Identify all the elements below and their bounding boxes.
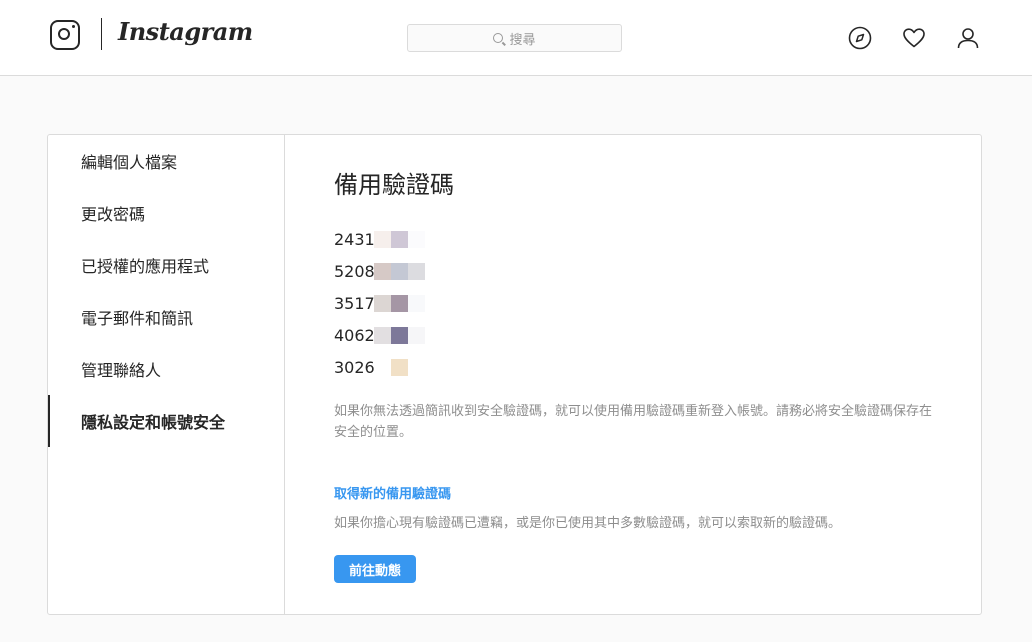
page-title: 備用驗證碼 (334, 171, 454, 199)
backup-code: 2431 (334, 229, 375, 249)
backup-code-row: 3026 (334, 356, 425, 378)
backup-code: 4062 (334, 325, 375, 345)
backup-code: 5208 (334, 261, 375, 281)
settings-sidebar: 編輯個人檔案 更改密碼 已授權的應用程式 電子郵件和簡訊 管理聯絡人 隱私設定和… (48, 135, 285, 614)
profile-icon[interactable] (956, 26, 980, 50)
sidebar-item-manage-contacts[interactable]: 管理聯絡人 (48, 343, 284, 395)
backup-code-row: 4062 (334, 324, 425, 346)
sidebar-item-edit-profile[interactable]: 編輯個人檔案 (48, 135, 284, 187)
redacted-code-digits (374, 326, 425, 344)
sidebar-item-privacy-security[interactable]: 隱私設定和帳號安全 (48, 395, 284, 447)
search-placeholder: 搜尋 (509, 32, 536, 48)
top-navigation: Instagram 搜尋 (0, 0, 1032, 76)
sidebar-item-authorized-apps[interactable]: 已授權的應用程式 (48, 239, 284, 291)
settings-card: 編輯個人檔案 更改密碼 已授權的應用程式 電子郵件和簡訊 管理聯絡人 隱私設定和… (47, 134, 982, 615)
go-to-feed-button[interactable]: 前往動態 (334, 555, 416, 583)
search-icon (493, 33, 504, 43)
redacted-code-digits (374, 294, 425, 312)
instagram-wordmark[interactable]: Instagram (118, 17, 253, 46)
redacted-code-digits (374, 358, 425, 376)
backup-code-row: 3517 (334, 292, 425, 314)
backup-codes-description: 如果你無法透過簡訊收到安全驗證碼，就可以使用備用驗證碼重新登入帳號。請務必將安全… (334, 404, 933, 440)
get-new-codes-link[interactable]: 取得新的備用驗證碼 (334, 483, 451, 502)
redacted-code-digits (374, 230, 425, 248)
sidebar-item-email-sms[interactable]: 電子郵件和簡訊 (48, 291, 284, 343)
backup-code: 3517 (334, 293, 375, 313)
backup-code: 3026 (334, 357, 375, 377)
instagram-logo-icon[interactable] (50, 20, 80, 50)
new-codes-description: 如果你擔心現有驗證碼已遭竊，或是你已使用其中多數驗證碼，就可以索取新的驗證碼。 (334, 516, 842, 531)
search-input[interactable]: 搜尋 (407, 24, 622, 52)
compass-icon[interactable] (848, 26, 872, 50)
heart-icon[interactable] (902, 26, 926, 50)
sidebar-item-change-password[interactable]: 更改密碼 (48, 187, 284, 239)
backup-code-row: 5208 (334, 260, 425, 282)
backup-code-row: 2431 (334, 228, 425, 250)
redacted-code-digits (374, 262, 425, 280)
logo-divider (101, 18, 102, 50)
